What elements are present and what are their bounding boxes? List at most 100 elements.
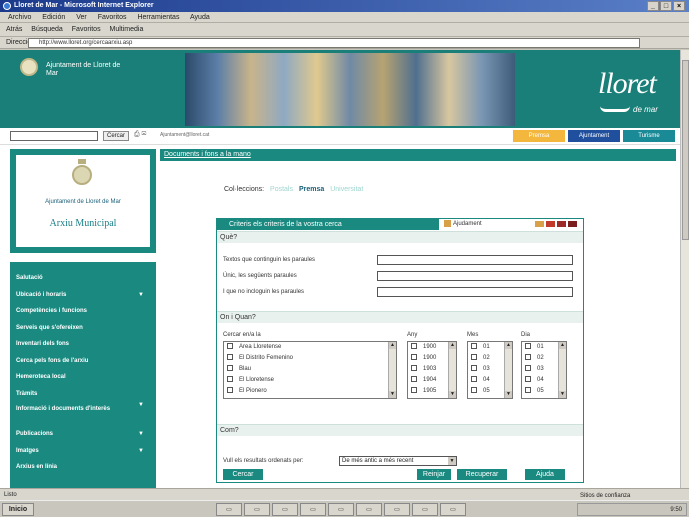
checkbox[interactable] [411, 343, 417, 350]
task-button[interactable]: ▭ [300, 503, 326, 516]
collection-postals[interactable]: Postals [270, 186, 293, 193]
help-link[interactable]: Ajudament [444, 220, 482, 227]
maximize-button[interactable]: □ [660, 1, 672, 11]
address-field[interactable]: http://www.lloret.org/cercaarxiu.asp [28, 38, 640, 48]
what-exclude-input[interactable] [377, 287, 573, 297]
start-button[interactable]: Inicio [2, 503, 34, 516]
scroll-down-icon[interactable]: ▼ [505, 391, 512, 398]
close-button[interactable]: × [673, 1, 685, 11]
checkbox[interactable] [227, 387, 233, 394]
month-list[interactable]: 01 02 03 04 05 ▲ ▼ [467, 341, 513, 399]
task-button[interactable]: ▭ [216, 503, 242, 516]
site-search-input[interactable] [10, 131, 98, 141]
flag-icon[interactable] [568, 221, 577, 227]
help-button[interactable]: Ajuda [525, 469, 565, 480]
page-scrollbar[interactable] [680, 50, 689, 488]
tab-turisme[interactable]: Turisme [623, 130, 675, 142]
chevron-down-icon[interactable]: ▼ [448, 457, 456, 465]
scroll-down-icon[interactable]: ▼ [449, 391, 456, 398]
sidebar-item-hemeroteca[interactable]: Hemeroteca local [10, 369, 156, 386]
places-list[interactable]: Area Lloretense El Distrito Femenino Bla… [223, 341, 397, 399]
collection-premsa[interactable]: Premsa [299, 186, 324, 193]
task-button[interactable]: ▭ [244, 503, 270, 516]
list-item[interactable]: El Pionero [224, 386, 396, 397]
list-scrollbar[interactable]: ▲ ▼ [388, 342, 396, 398]
checkbox[interactable] [525, 354, 531, 361]
menu-archivo[interactable]: Archivo [8, 14, 31, 21]
sidebar-item-imatges[interactable]: Imatges ▼ [10, 443, 156, 460]
checkbox[interactable] [411, 365, 417, 372]
checkbox[interactable] [227, 376, 233, 383]
checkbox[interactable] [471, 387, 477, 394]
order-select[interactable]: De més antic a més recent ▼ [339, 456, 457, 466]
scroll-up-icon[interactable]: ▲ [389, 342, 396, 349]
cancel-button[interactable]: Cercar [223, 469, 263, 480]
list-item[interactable]: El Lloretense [224, 375, 396, 386]
list-item[interactable]: El Distrito Femenino [224, 353, 396, 364]
list-item[interactable]: Blau [224, 364, 396, 375]
list-scrollbar[interactable]: ▲ ▼ [504, 342, 512, 398]
checkbox[interactable] [525, 365, 531, 372]
checkbox[interactable] [471, 376, 477, 383]
scroll-down-icon[interactable]: ▼ [389, 391, 396, 398]
scroll-down-icon[interactable]: ▼ [559, 391, 566, 398]
sidebar-item-serveis[interactable]: Serveis que s'ofereixen [10, 320, 156, 337]
task-button[interactable]: ▭ [328, 503, 354, 516]
checkbox[interactable] [471, 354, 477, 361]
minimize-button[interactable]: _ [647, 1, 659, 11]
sidebar-item-arxius[interactable]: Arxius en línia [10, 459, 156, 476]
sidebar-item-salutacio[interactable]: Salutació [10, 270, 156, 287]
tab-premsa[interactable]: Premsa [513, 130, 565, 142]
collection-universitat[interactable]: Universitat [330, 186, 363, 193]
flag-icon[interactable] [535, 221, 544, 227]
task-button[interactable]: ▭ [272, 503, 298, 516]
favorites-toolbar-button[interactable]: Favoritos [72, 26, 101, 33]
what-exact-input[interactable] [377, 271, 573, 281]
menu-ayuda[interactable]: Ayuda [190, 14, 210, 21]
menu-edicion[interactable]: Edición [42, 14, 65, 21]
media-toolbar-button[interactable]: Multimedia [110, 26, 144, 33]
site-search-button[interactable]: Cercar [103, 131, 129, 141]
flag-icon[interactable] [546, 221, 555, 227]
checkbox[interactable] [525, 387, 531, 394]
list-scrollbar[interactable]: ▲ ▼ [558, 342, 566, 398]
print-icon[interactable]: ⎙ ✉ [134, 131, 146, 139]
sidebar-item-tramits[interactable]: Tràmits [10, 386, 156, 403]
day-list[interactable]: 01 02 03 04 05 ▲ ▼ [521, 341, 567, 399]
scrollbar-thumb[interactable] [682, 60, 689, 240]
list-item[interactable]: Area Lloretense [224, 342, 396, 353]
scroll-up-icon[interactable]: ▲ [559, 342, 566, 349]
checkbox[interactable] [525, 343, 531, 350]
checkbox[interactable] [525, 376, 531, 383]
task-button[interactable]: ▭ [356, 503, 382, 516]
back-button[interactable]: Atrás [6, 26, 22, 33]
task-button[interactable]: ▭ [412, 503, 438, 516]
checkbox[interactable] [227, 365, 233, 372]
what-contain-input[interactable] [377, 255, 573, 265]
checkbox[interactable] [411, 376, 417, 383]
checkbox[interactable] [411, 387, 417, 394]
search-toolbar-button[interactable]: Búsqueda [31, 26, 63, 33]
sidebar-item-informacio[interactable]: Informació i documents d'interès ▼ [10, 402, 156, 426]
task-button[interactable]: ▭ [384, 503, 410, 516]
checkbox[interactable] [227, 343, 233, 350]
scroll-up-icon[interactable]: ▲ [449, 342, 456, 349]
checkbox[interactable] [471, 365, 477, 372]
checkbox[interactable] [471, 343, 477, 350]
contact-email[interactable]: Ajuntament@lloret.cat [160, 132, 209, 138]
checkbox[interactable] [227, 354, 233, 361]
menu-ver[interactable]: Ver [76, 14, 87, 21]
scroll-up-icon[interactable]: ▲ [505, 342, 512, 349]
sidebar-item-publicacions[interactable]: Publicacions ▼ [10, 426, 156, 443]
menu-favoritos[interactable]: Favoritos [98, 14, 127, 21]
reset-button[interactable]: Reinjar [417, 469, 451, 480]
checkbox[interactable] [411, 354, 417, 361]
sidebar-item-inventari[interactable]: Inventari dels fons [10, 336, 156, 353]
year-list[interactable]: 1900 1900 1903 1904 1905 ▲ ▼ [407, 341, 457, 399]
brand-logo[interactable]: lloret [598, 67, 657, 101]
sidebar-item-ubicacio[interactable]: Ubicació i horaris ▼ [10, 287, 156, 304]
menu-herramientas[interactable]: Herramientas [137, 14, 179, 21]
tab-ajuntament[interactable]: Ajuntament [568, 130, 620, 142]
flag-icon[interactable] [557, 221, 566, 227]
sidebar-item-competencies[interactable]: Competències i funcions [10, 303, 156, 320]
